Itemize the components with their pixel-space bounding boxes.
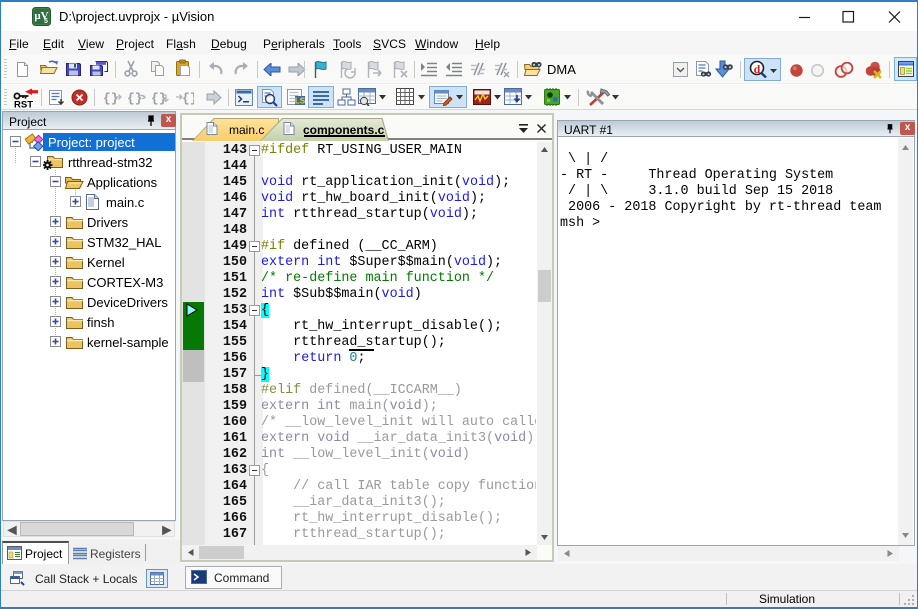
svg-text:{}: {} [182, 91, 194, 106]
svg-text:LS: LS [295, 97, 306, 106]
svg-text:{}: {} [103, 91, 119, 106]
svg-text:{}: {} [127, 91, 143, 106]
svg-text:{}: {} [151, 91, 167, 106]
svg-text:5: 5 [44, 18, 48, 25]
svg-text:RST: RST [14, 100, 33, 110]
svg-text:d: d [754, 62, 761, 76]
